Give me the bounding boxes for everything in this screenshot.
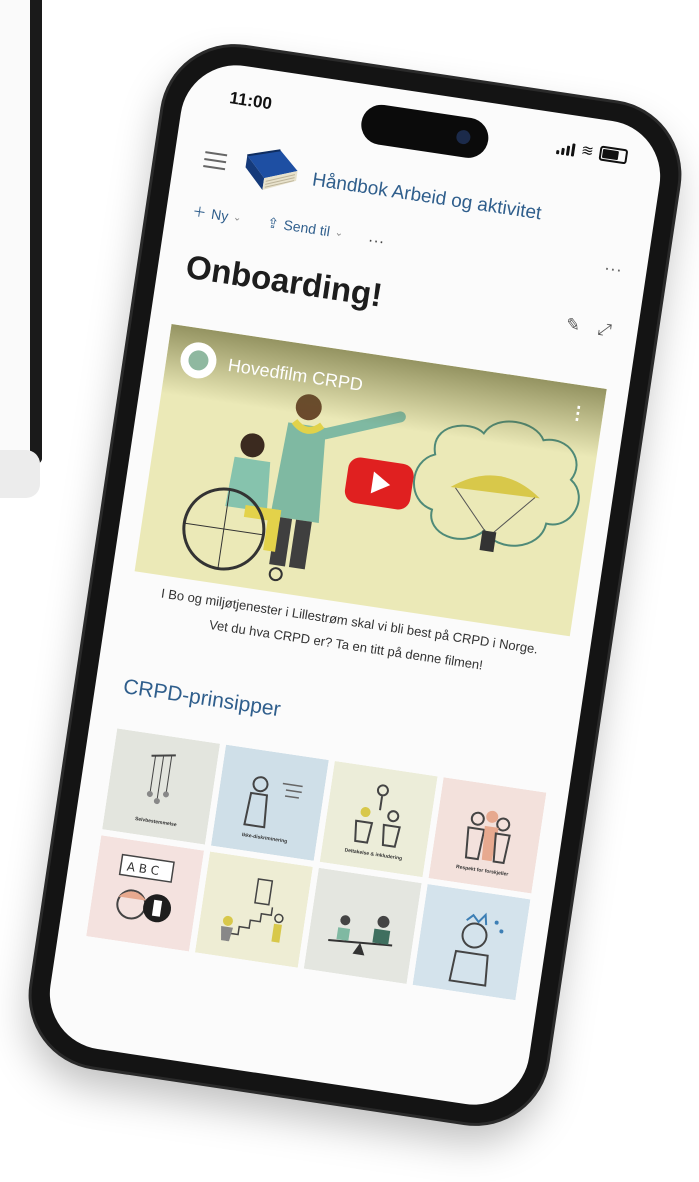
- status-icons: ≋: [556, 139, 629, 165]
- camera-icon: [455, 129, 472, 146]
- seesaw-icon: [303, 867, 422, 985]
- background-monitor-base: [0, 450, 40, 498]
- book-logo-icon[interactable]: [236, 141, 305, 202]
- hamburger-icon[interactable]: [203, 151, 228, 171]
- status-time: 11:00: [228, 88, 274, 114]
- background-monitor: [0, 0, 42, 464]
- person-profile-icon: [412, 884, 531, 1001]
- dynamic-island: [358, 102, 492, 161]
- send-to-button[interactable]: ⇪ Send til ⌄: [266, 214, 344, 242]
- new-button[interactable]: ＋ Ny ⌄: [191, 201, 243, 228]
- principle-tile-2[interactable]: Ikke-diskriminering: [210, 744, 329, 861]
- battery-icon: [598, 145, 629, 165]
- principle-tile-6[interactable]: [194, 851, 313, 968]
- principle-tile-8[interactable]: [412, 884, 531, 1001]
- principles-grid: Selvbestemmelse Ikke-diskriminering Delt…: [86, 728, 548, 1001]
- share-icon: ⇪: [266, 213, 281, 232]
- chevron-down-icon: ⌄: [232, 211, 243, 224]
- phone-mockup: 11:00 ≋ Håndbok Arbeid og aktivitet ...: [21, 37, 689, 1133]
- principle-tile-4[interactable]: Respekt for forskjeller: [428, 777, 547, 894]
- principle-tile-5[interactable]: A B C: [86, 835, 205, 952]
- page-actions: ✎ ⤢: [565, 314, 613, 341]
- section-title: CRPD-prinsipper: [121, 675, 283, 722]
- command-more-button[interactable]: ...: [368, 228, 387, 248]
- video-menu-icon[interactable]: ⋮: [567, 402, 588, 425]
- page-title: Onboarding!: [183, 247, 385, 314]
- new-button-label: Ny: [210, 205, 230, 225]
- send-to-label: Send til: [282, 216, 332, 240]
- principle-tile-7[interactable]: [303, 867, 422, 985]
- phone-screen: 11:00 ≋ Håndbok Arbeid og aktivitet ...: [42, 57, 668, 1113]
- play-icon[interactable]: [343, 455, 416, 512]
- principle-tile-3[interactable]: Deltakelse & inkludering: [319, 760, 438, 878]
- expand-icon[interactable]: ⤢: [596, 319, 613, 341]
- stairs-door-icon: [194, 851, 313, 968]
- wifi-icon: ≋: [579, 141, 595, 161]
- chevron-down-icon: ⌄: [334, 226, 344, 239]
- site-title[interactable]: Håndbok Arbeid og aktivitet: [311, 169, 543, 225]
- header-more-button[interactable]: ...: [604, 254, 625, 277]
- abc-faces-icon: A B C: [86, 835, 205, 952]
- plus-icon: ＋: [191, 202, 208, 221]
- signal-icon: [556, 141, 577, 157]
- principle-tile-1[interactable]: Selvbestemmelse: [102, 728, 221, 845]
- pencil-icon[interactable]: ✎: [565, 314, 582, 336]
